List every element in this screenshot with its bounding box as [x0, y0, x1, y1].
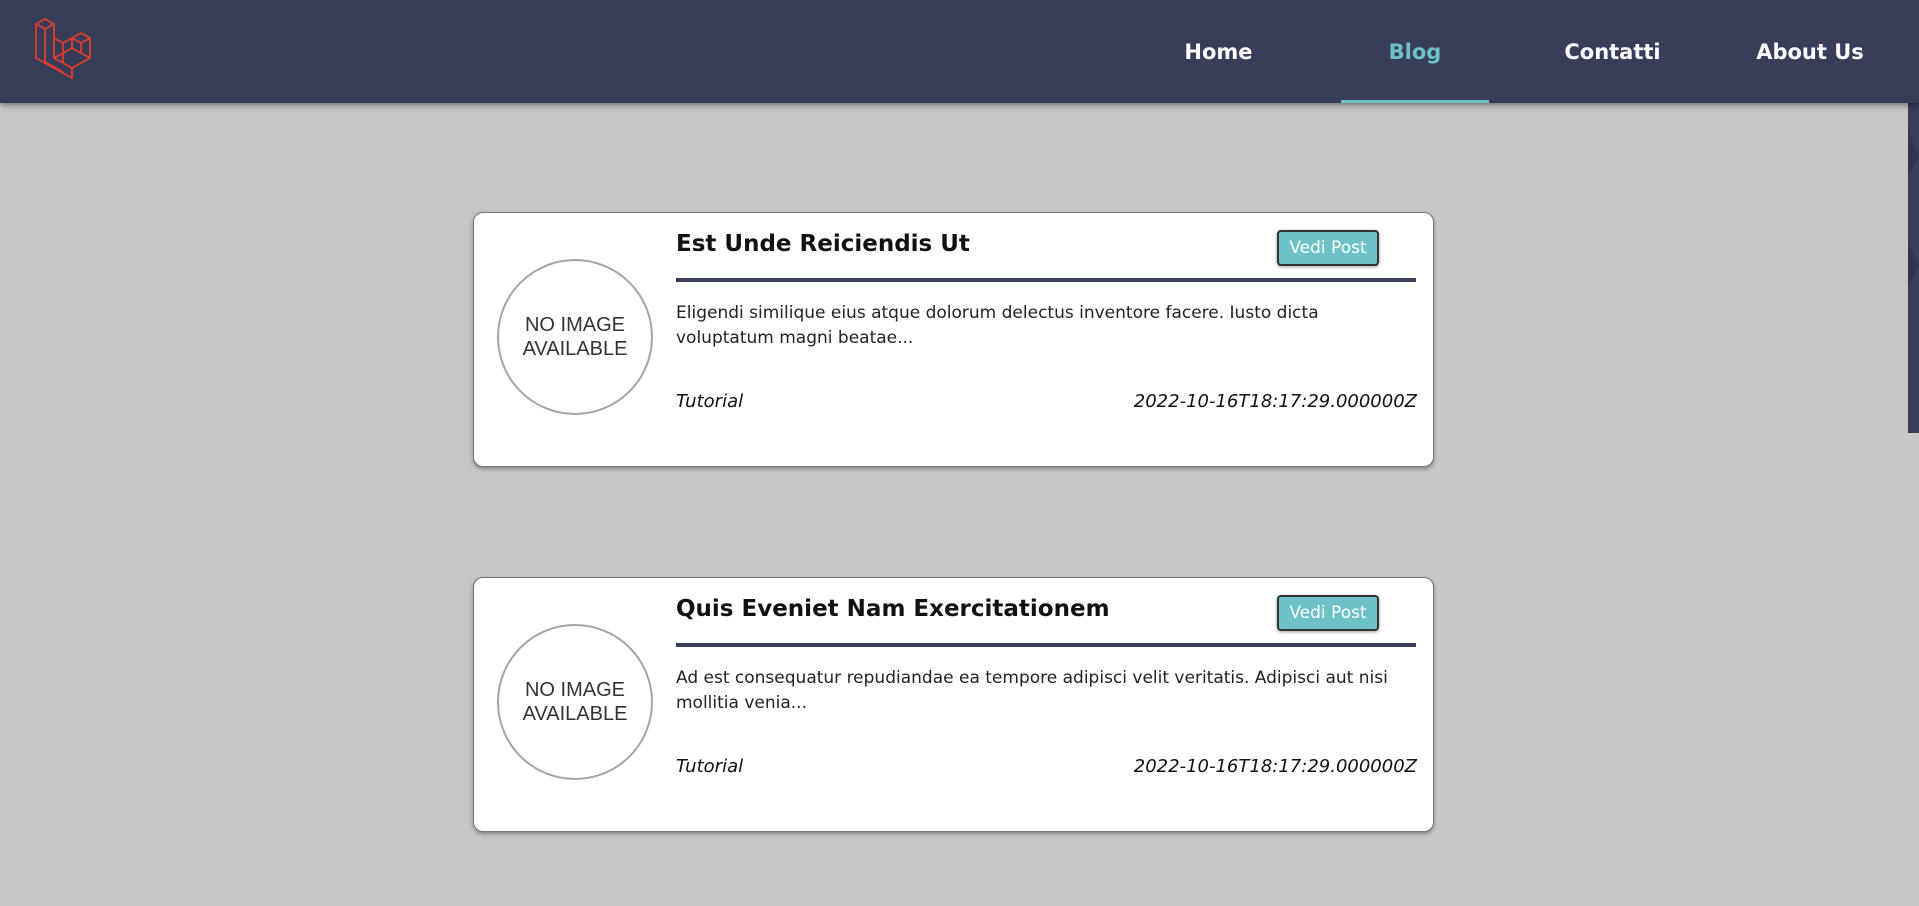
nav-blog[interactable]: Blog — [1341, 0, 1489, 103]
post-card: NO IMAGE AVAILABLE Quis Eveniet Nam Exer… — [473, 577, 1434, 832]
post-category: Tutorial — [676, 756, 744, 777]
view-post-button[interactable]: Vedi Post — [1277, 230, 1379, 266]
title-divider — [676, 278, 1416, 282]
post-excerpt: Eligendi similique eius atque dolorum de… — [676, 303, 1319, 348]
title-divider — [676, 643, 1416, 647]
scrollbar-facet — [1908, 243, 1919, 287]
nav-contatti[interactable]: Contatti — [1550, 0, 1675, 103]
scrollbar-facet — [1908, 133, 1919, 177]
top-navbar: Home Blog Contatti About Us — [0, 0, 1919, 103]
view-post-button[interactable]: Vedi Post — [1277, 595, 1379, 631]
post-category: Tutorial — [676, 391, 744, 412]
post-card: NO IMAGE AVAILABLE Est Unde Reiciendis U… — [473, 212, 1434, 467]
nav-home[interactable]: Home — [1160, 0, 1277, 103]
nav-about-us[interactable]: About Us — [1746, 0, 1874, 103]
no-image-placeholder: NO IMAGE AVAILABLE — [497, 624, 653, 780]
post-title: Quis Eveniet Nam Exercitationem — [676, 596, 1110, 622]
post-excerpt: Ad est consequatur repudiandae ea tempor… — [676, 668, 1388, 713]
post-title: Est Unde Reiciendis Ut — [676, 231, 970, 257]
post-date: 2022-10-16T18:17:29.000000Z — [1133, 391, 1417, 412]
scrollbar[interactable] — [1908, 103, 1919, 433]
no-image-placeholder: NO IMAGE AVAILABLE — [497, 259, 653, 415]
post-date: 2022-10-16T18:17:29.000000Z — [1133, 756, 1417, 777]
laravel-logo-icon[interactable] — [34, 18, 94, 80]
